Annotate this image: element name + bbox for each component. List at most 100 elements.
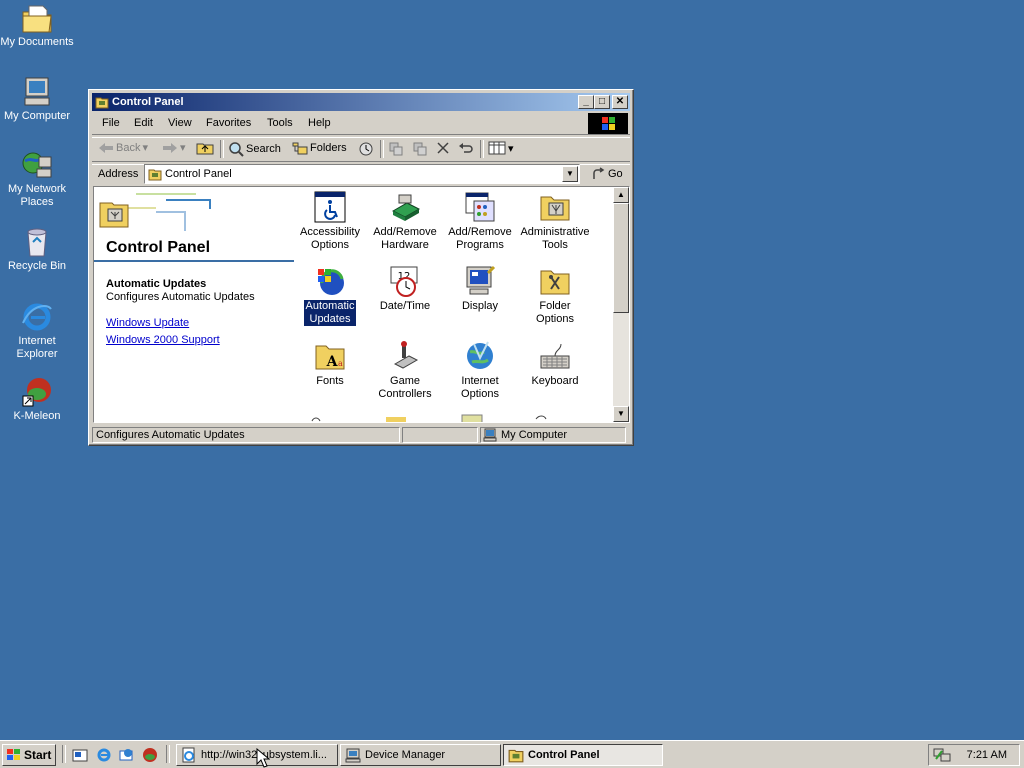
desktop: My Documents My Computer My Network Plac… [0,0,1024,740]
menu-tools[interactable]: Tools [267,117,293,129]
date-time-icon: 12 [390,266,418,297]
taskbar: Start http://win32subsystem.li... Device… [0,740,1024,768]
network-tray-icon[interactable] [933,747,951,763]
programs-icon [465,192,495,222]
maximize-button[interactable]: □ [594,95,610,109]
device-manager-icon [345,748,361,763]
left-pane-divider [94,260,294,262]
game-controller-icon [393,341,419,369]
desktop-icon-recycle-bin[interactable]: Recycle Bin [0,226,74,273]
views-icon [488,141,506,155]
close-button[interactable]: ✕ [612,95,628,109]
display-icon [466,265,496,295]
selected-item-title: Automatic Updates [106,278,207,290]
menu-help[interactable]: Help [308,117,331,129]
cp-item-administrative-tools[interactable]: Administrative Tools [517,191,593,252]
status-text: Configures Automatic Updates [92,427,400,443]
delete-button[interactable] [436,141,450,155]
desktop-icon-label: My Computer [3,110,71,122]
clock[interactable]: 7:21 AM [967,749,1007,761]
forward-button[interactable]: ▾ [162,141,186,154]
folders-button[interactable]: Folders [292,141,347,155]
minimize-button[interactable]: _ [578,95,594,109]
desktop-icon-my-documents[interactable]: My Documents [0,4,74,49]
copy-to-button[interactable] [412,141,428,157]
mouse-cursor-icon [256,748,270,768]
cp-item-automatic-updates[interactable]: Automatic Updates [292,265,368,327]
move-to-icon [389,142,403,156]
vertical-scrollbar[interactable]: ▲ ▼ [613,187,629,422]
my-documents-icon [22,5,52,33]
menu-edit[interactable]: Edit [134,117,153,129]
title-bar[interactable]: Control Panel _ □ ✕ [92,93,630,111]
svg-text:a: a [338,359,343,368]
window-title: Control Panel [112,96,184,108]
menu-file[interactable]: File [102,117,120,129]
scroll-up-button[interactable]: ▲ [613,187,629,203]
desktop-icon-my-computer[interactable]: My Computer [0,76,74,123]
desktop-icon-kmeleon[interactable]: K-Meleon [0,376,74,423]
search-button[interactable]: Search [228,141,281,157]
ie-quicklaunch-icon[interactable] [96,747,112,763]
go-button[interactable]: Go [592,167,623,181]
fonts-icon: Aa [315,345,345,370]
start-button[interactable]: Start [2,744,56,766]
automatic-updates-icon [318,269,344,295]
keyboard-icon [540,343,570,369]
desktop-icon-label: My Network Places [7,183,67,208]
content-pane: Control Panel Automatic Updates Configur… [93,186,630,423]
windows-update-link[interactable]: Windows Update [106,317,189,329]
cp-item-date-time[interactable]: 12 Date/Time [367,265,443,313]
cp-item-accessibility-options[interactable]: Accessibility Options [292,191,368,252]
windows-2000-support-link[interactable]: Windows 2000 Support [106,334,220,346]
my-computer-small-icon [483,428,497,442]
my-computer-icon [24,77,50,106]
partial-row-icons [311,414,547,422]
control-panel-small-icon [95,97,109,109]
up-button[interactable] [196,141,214,155]
taskbar-button-device-manager[interactable]: Device Manager [340,744,501,766]
back-arrow-icon [99,142,113,153]
cp-item-keyboard[interactable]: Keyboard [517,340,593,388]
toolbar-separator [480,140,484,158]
go-arrow-icon [593,167,605,179]
recycle-bin-icon [27,228,47,257]
cp-item-folder-options[interactable]: Folder Options [517,265,593,326]
outlook-express-icon[interactable] [118,747,134,763]
show-desktop-icon[interactable] [72,747,88,763]
desktop-icon-label: Recycle Bin [7,260,67,272]
cp-item-internet-options[interactable]: Internet Options [442,340,518,401]
history-button[interactable] [358,141,374,157]
desktop-icon-network[interactable]: My Network Places [0,151,74,209]
cp-item-add-remove-programs[interactable]: Add/Remove Programs [442,191,518,252]
address-dropdown-button[interactable]: ▼ [562,166,578,182]
desktop-icon-internet-explorer[interactable]: Internet Explorer [0,301,74,361]
views-button[interactable]: ▾ [488,141,514,155]
control-panel-small-icon [508,749,524,763]
left-pane-title: Control Panel [106,239,211,256]
menu-view[interactable]: View [168,117,192,129]
browser-page-icon [182,747,195,763]
control-panel-banner-icon [96,189,216,237]
scroll-thumb[interactable] [613,203,629,313]
address-input[interactable]: Control Panel ▼ [144,164,580,184]
toolbar-separator [380,140,384,158]
taskbar-button-control-panel[interactable]: Control Panel [503,744,663,766]
network-icon [22,152,52,178]
history-icon [359,142,373,156]
cp-item-add-remove-hardware[interactable]: Add/Remove Hardware [367,191,443,252]
scroll-down-button[interactable]: ▼ [613,406,629,422]
left-info-pane: Control Panel Automatic Updates Configur… [94,187,297,422]
internet-options-icon [467,341,493,369]
hardware-icon [391,194,421,221]
back-button[interactable]: Back ▾ [98,141,148,154]
cp-item-display[interactable]: Display [442,265,518,313]
undo-button[interactable] [458,141,474,155]
cp-item-game-controllers[interactable]: Game Controllers [367,340,443,401]
windows-flag-icon [602,117,615,130]
cp-item-fonts[interactable]: Aa Fonts [292,340,368,388]
kmeleon-quicklaunch-icon[interactable] [142,747,158,763]
desktop-icon-label: My Documents [0,36,74,48]
move-to-button[interactable] [388,141,404,157]
menu-favorites[interactable]: Favorites [206,117,251,129]
